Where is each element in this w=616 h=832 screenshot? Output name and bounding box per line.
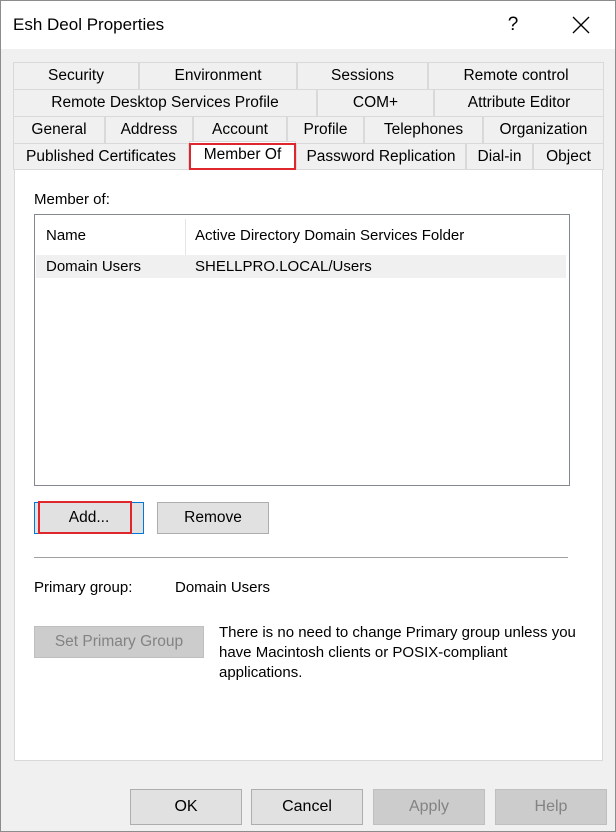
tab-attribute-editor[interactable]: Attribute Editor — [434, 89, 604, 116]
group-folder-cell: SHELLPRO.LOCAL/Users — [195, 258, 372, 275]
close-icon — [572, 16, 590, 34]
tab-member-of[interactable]: Member Of — [189, 141, 296, 170]
tab-remote-desktop-services-profile[interactable]: Remote Desktop Services Profile — [13, 89, 317, 116]
column-header-name[interactable]: Name — [46, 227, 86, 244]
tab-general[interactable]: General — [13, 116, 105, 143]
tab-security[interactable]: Security — [13, 62, 139, 89]
add-button[interactable]: Add... — [34, 502, 144, 534]
close-button[interactable] — [563, 7, 599, 43]
primary-group-value: Domain Users — [175, 579, 271, 596]
tab-environment[interactable]: Environment — [139, 62, 297, 89]
member-of-list[interactable]: Name Active Directory Domain Services Fo… — [34, 214, 570, 486]
set-primary-group-button[interactable]: Set Primary Group — [34, 626, 204, 658]
list-item[interactable]: Domain Users SHELLPRO.LOCAL/Users — [36, 255, 566, 278]
tab-sessions[interactable]: Sessions — [297, 62, 428, 89]
properties-dialog: Esh Deol Properties ? Security Environme… — [0, 0, 616, 832]
tab-address[interactable]: Address — [105, 116, 193, 143]
group-name-cell: Domain Users — [46, 258, 142, 275]
tab-account[interactable]: Account — [193, 116, 287, 143]
tab-remote-control[interactable]: Remote control — [428, 62, 604, 89]
tab-com-plus[interactable]: COM+ — [317, 89, 434, 116]
help-button[interactable]: Help — [495, 789, 607, 825]
primary-group-label: Primary group: — [34, 579, 133, 596]
tab-password-replication[interactable]: Password Replication — [296, 143, 466, 170]
tab-profile[interactable]: Profile — [287, 116, 364, 143]
ok-button[interactable]: OK — [130, 789, 242, 825]
tab-telephones[interactable]: Telephones — [364, 116, 483, 143]
window-title: Esh Deol Properties — [13, 15, 165, 34]
tab-object[interactable]: Object — [533, 143, 604, 170]
column-header-folder[interactable]: Active Directory Domain Services Folder — [195, 227, 464, 244]
separator — [34, 557, 568, 559]
cancel-button[interactable]: Cancel — [251, 789, 363, 825]
primary-group-info: There is no need to change Primary group… — [219, 624, 576, 681]
help-title-button[interactable]: ? — [495, 7, 531, 43]
member-of-label: Member of: — [34, 191, 110, 208]
title-bar: Esh Deol Properties ? — [1, 1, 615, 49]
apply-button[interactable]: Apply — [373, 789, 485, 825]
column-divider[interactable] — [185, 219, 186, 255]
remove-button[interactable]: Remove — [157, 502, 269, 534]
tab-organization[interactable]: Organization — [483, 116, 604, 143]
tab-dial-in[interactable]: Dial-in — [466, 143, 533, 170]
tab-published-certificates[interactable]: Published Certificates — [13, 143, 189, 170]
